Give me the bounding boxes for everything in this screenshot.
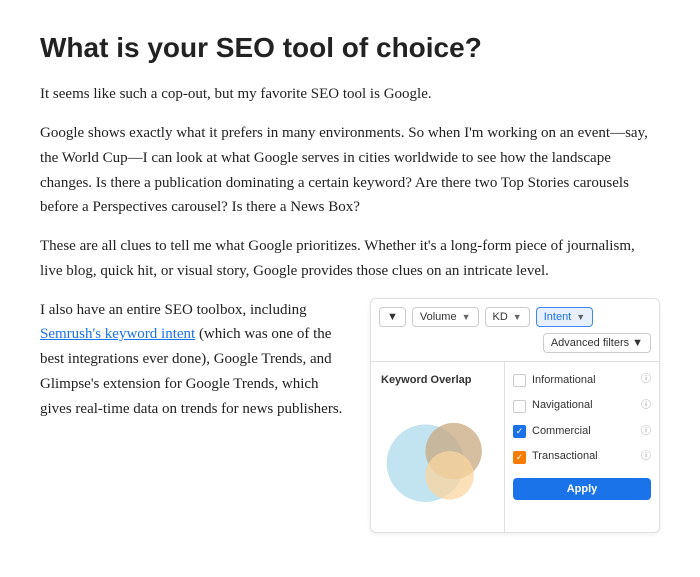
venn-diagram <box>381 397 494 521</box>
commercial-row: ✓ Commercial ⓘ <box>513 423 651 441</box>
paragraph-1: It seems like such a cop-out, but my fav… <box>40 82 660 107</box>
kd-label: KD <box>493 311 508 323</box>
paragraph-3: These are all clues to tell me what Goog… <box>40 234 660 284</box>
kd-arrow: ▼ <box>513 312 522 322</box>
paragraph-2: Google shows exactly what it prefers in … <box>40 121 660 220</box>
volume-label: Volume <box>420 311 457 323</box>
transactional-row: ✓ Transactional ⓘ <box>513 448 651 466</box>
navigational-info-icon: ⓘ <box>641 398 651 414</box>
intent-filter[interactable]: Intent ▼ <box>536 307 593 327</box>
informational-label: Informational <box>532 372 596 390</box>
chart-title: Keyword Overlap <box>381 372 494 390</box>
kd-filter[interactable]: KD ▼ <box>485 307 530 327</box>
content-image-block: I also have an entire SEO toolbox, inclu… <box>40 298 660 533</box>
intent-arrow: ▼ <box>576 312 585 322</box>
advanced-label: Advanced filters <box>551 337 629 349</box>
informational-info-icon: ⓘ <box>641 372 651 388</box>
navigational-checkbox[interactable] <box>513 400 526 413</box>
page-heading: What is your SEO tool of choice? <box>40 30 660 66</box>
chart-area: Keyword Overlap <box>371 362 504 532</box>
filter-dropdown-default[interactable]: ▼ <box>379 307 406 327</box>
commercial-checkbox[interactable]: ✓ <box>513 425 526 438</box>
navigational-label: Navigational <box>532 397 593 415</box>
volume-arrow: ▼ <box>462 312 471 322</box>
paragraph-4-start: I also have an entire SEO toolbox, inclu… <box>40 302 307 318</box>
navigational-row: Navigational ⓘ <box>513 397 651 415</box>
transactional-checkbox[interactable]: ✓ <box>513 451 526 464</box>
seo-toolbar: ▼ Volume ▼ KD ▼ Intent ▼ Advanced filter… <box>371 299 659 362</box>
commercial-label: Commercial <box>532 423 591 441</box>
volume-filter[interactable]: Volume ▼ <box>412 307 479 327</box>
seo-tool-screenshot: ▼ Volume ▼ KD ▼ Intent ▼ Advanced filter… <box>370 298 660 533</box>
informational-checkbox[interactable] <box>513 374 526 387</box>
apply-button[interactable]: Apply <box>513 478 651 500</box>
transactional-label: Transactional <box>532 448 598 466</box>
transactional-info-icon: ⓘ <box>641 449 651 465</box>
advanced-filters-btn[interactable]: Advanced filters ▼ <box>543 333 651 353</box>
intent-label: Intent <box>544 311 572 323</box>
commercial-info-icon: ⓘ <box>641 424 651 440</box>
seo-main-area: Keyword Overlap Informational ⓘ <box>371 362 659 532</box>
advanced-arrow: ▼ <box>632 337 643 349</box>
semrush-link[interactable]: Semrush's keyword intent <box>40 326 195 342</box>
informational-row: Informational ⓘ <box>513 372 651 390</box>
intent-dropdown-panel: Informational ⓘ Navigational ⓘ ✓ Commerc… <box>504 362 659 532</box>
text-side: I also have an entire SEO toolbox, inclu… <box>40 298 350 422</box>
